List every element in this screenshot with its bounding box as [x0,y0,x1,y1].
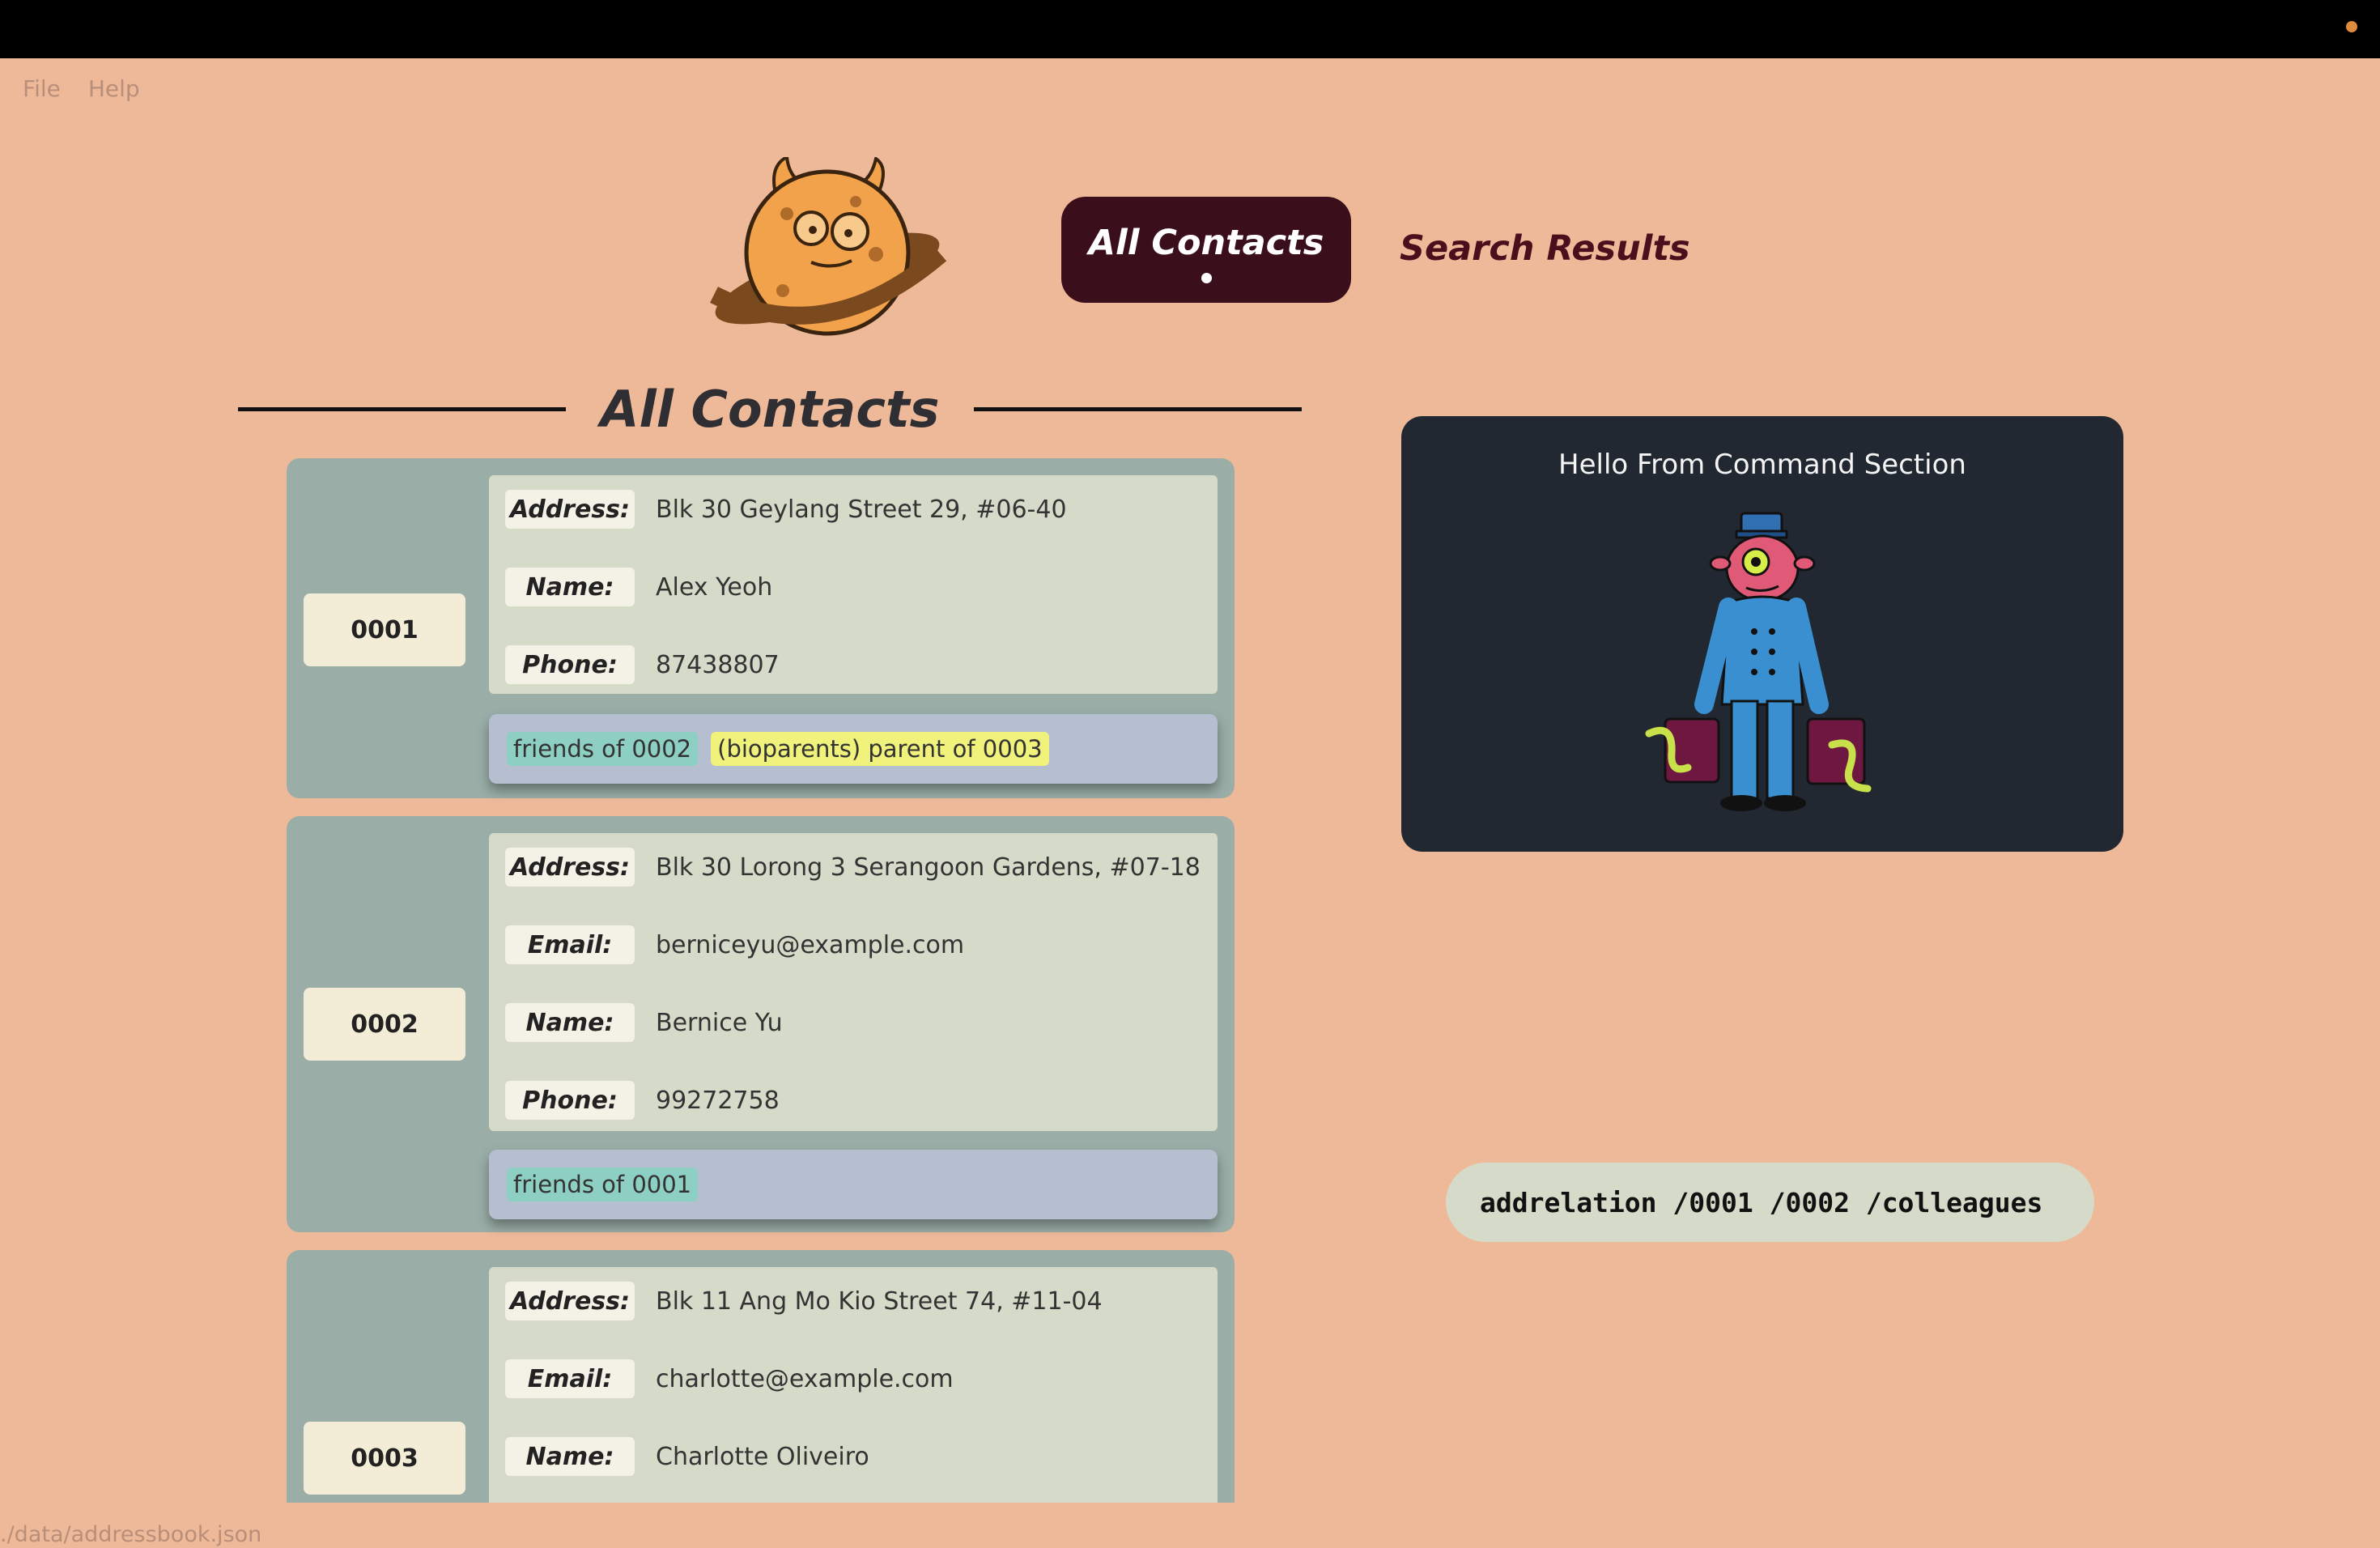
tab-search-results[interactable]: Search Results [1400,228,1690,269]
field-label: Name: [505,1437,635,1476]
window-titlebar [0,0,2380,58]
field-label: Address: [505,1282,635,1320]
relation-tag: friends of 0002 [507,732,699,766]
field-row: Email: berniceyu@example.com [505,925,964,964]
relations-bar: friends of 0002 (bioparents) parent of 0… [489,714,1218,784]
divider-right [973,406,1303,411]
field-label: Phone: [505,645,635,684]
status-file-path: ./data/addressbook.json [0,1522,262,1547]
section-title: All Contacts [600,379,940,439]
field-value: berniceyu@example.com [656,930,965,959]
field-row: Name: Alex Yeoh [505,568,772,606]
contact-card[interactable]: 0001 Address: Blk 30 Geylang Street 29, … [287,458,1235,798]
divider-left [238,406,567,411]
field-value: Blk 30 Geylang Street 29, #06-40 [656,495,1067,524]
menu-file[interactable]: File [23,75,61,102]
contact-card[interactable]: 0002 Address: Blk 30 Lorong 3 Serangoon … [287,816,1235,1232]
field-row: Address: Blk 30 Geylang Street 29, #06-4… [505,490,1067,529]
active-tab-indicator [1201,273,1212,283]
command-greeting: Hello From Command Section [1558,449,1966,481]
field-value: Charlotte Oliveiro [656,1442,869,1471]
field-value: 87438807 [656,650,780,679]
field-label: Address: [505,490,635,529]
bellhop-monster-illustration [1645,512,1872,811]
relation-tag: (bioparents) parent of 0003 [711,732,1049,766]
field-label: Name: [505,568,635,606]
contact-fields: Address: Blk 30 Lorong 3 Serangoon Garde… [489,833,1218,1131]
field-value: charlotte@example.com [656,1364,954,1393]
field-value: Blk 30 Lorong 3 Serangoon Gardens, #07-1… [656,853,1201,882]
field-label: Email: [505,925,635,964]
field-label: Name: [505,1003,635,1042]
field-row: Name: Charlotte Oliveiro [505,1437,869,1476]
command-input[interactable] [1480,1186,2094,1218]
field-value: Blk 11 Ang Mo Kio Street 74, #11-04 [656,1286,1103,1316]
menu-help[interactable]: Help [88,75,140,102]
field-label: Address: [505,848,635,887]
contact-fields: Address: Blk 11 Ang Mo Kio Street 74, #1… [489,1267,1218,1503]
field-value: Bernice Yu [656,1008,783,1037]
field-label: Phone: [505,1081,635,1120]
field-row: Phone: 87438807 [505,645,780,684]
tab-all-contacts-label: All Contacts [1088,223,1324,263]
field-row: Phone: 99272758 [505,1081,780,1120]
field-row: Address: Blk 11 Ang Mo Kio Street 74, #1… [505,1282,1103,1320]
relation-tag: friends of 0001 [507,1167,699,1201]
field-row: Email: charlotte@example.com [505,1359,954,1398]
field-row: Name: Bernice Yu [505,1003,783,1042]
contact-id-badge: 0003 [304,1422,465,1495]
window-indicator-dot [2346,21,2357,32]
command-input-box[interactable] [1446,1163,2094,1242]
command-result-panel: Hello From Command Section [1401,416,2123,852]
planet-monster-logo [710,157,947,336]
field-value: 99272758 [656,1086,780,1115]
menu-bar: File Help [23,75,140,102]
contact-id-badge: 0001 [304,593,465,666]
contact-fields: Address: Blk 30 Geylang Street 29, #06-4… [489,475,1218,694]
relations-bar: friends of 0001 [489,1150,1218,1219]
field-row: Address: Blk 30 Lorong 3 Serangoon Garde… [505,848,1201,887]
field-value: Alex Yeoh [656,572,773,602]
section-header: All Contacts [238,379,1303,439]
contact-card[interactable]: 0003 Address: Blk 11 Ang Mo Kio Street 7… [287,1250,1235,1503]
contact-id-badge: 0002 [304,988,465,1061]
field-label: Email: [505,1359,635,1398]
contact-list[interactable]: 0001 Address: Blk 30 Geylang Street 29, … [287,458,1236,1503]
tab-all-contacts[interactable]: All Contacts [1061,197,1351,303]
